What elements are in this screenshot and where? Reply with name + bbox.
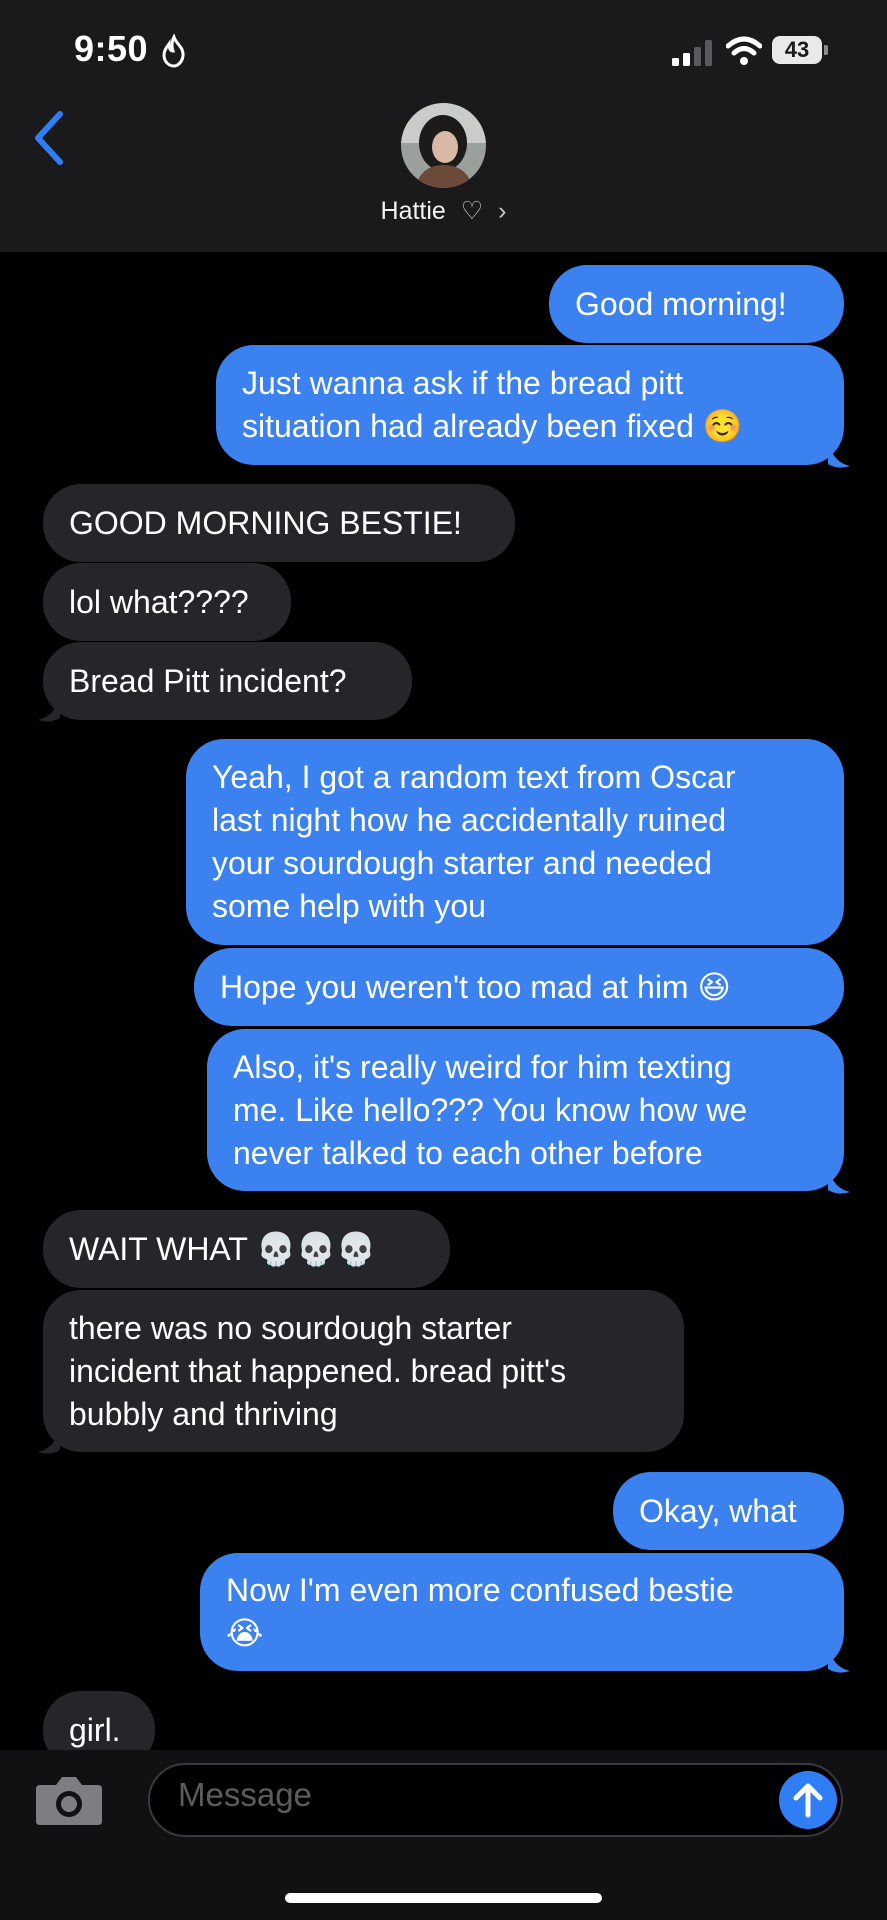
message-bubble-outgoing[interactable]: Just wanna ask if the bread pitt situati… [216, 345, 844, 465]
message-bubble-incoming[interactable]: WAIT WHAT 💀💀💀 [43, 1210, 450, 1288]
message-text: Also, it's really weird for him texting … [233, 1048, 748, 1171]
bubble-tail [828, 1166, 850, 1194]
wifi-icon [726, 36, 762, 65]
message-placeholder: Message [178, 1776, 312, 1813]
message-bubble-outgoing[interactable]: Yeah, I got a random text from Oscar las… [186, 739, 844, 945]
send-button[interactable] [779, 1771, 837, 1829]
message-text: there was no sourdough starter incident … [69, 1309, 567, 1432]
focus-mode-icon [162, 34, 185, 68]
message-text: lol what???? [69, 583, 249, 620]
message-bubble-outgoing[interactable]: Now I'm even more confused bestie 😭 [200, 1553, 844, 1671]
message-text: GOOD MORNING BESTIE! [69, 504, 462, 541]
message-bubble-outgoing[interactable]: Okay, what [613, 1472, 844, 1550]
status-time: 9:50 [74, 28, 149, 69]
message-bubble-incoming[interactable]: lol what???? [43, 563, 291, 641]
contact-name-button[interactable]: Hattie ♡ › [0, 196, 887, 226]
message-bubble-outgoing[interactable]: Good morning! [549, 265, 844, 343]
bubble-tail [828, 1645, 850, 1673]
bubble-tail [38, 694, 60, 722]
conversation-header: 9:50 43 Hattie ♡ › [0, 0, 887, 252]
message-bubble-outgoing[interactable]: Hope you weren't too mad at him 😆 [194, 948, 844, 1026]
battery-level: 43 [772, 36, 822, 64]
message-text: Now I'm even more confused bestie 😭 [226, 1572, 734, 1651]
home-indicator[interactable] [285, 1893, 602, 1903]
message-text: WAIT WHAT 💀💀💀 [69, 1230, 376, 1267]
avatar-photo [401, 103, 486, 188]
message-text: Okay, what [639, 1492, 797, 1529]
contact-avatar[interactable] [401, 103, 486, 188]
bubble-tail [38, 1426, 60, 1454]
message-text: Hope you weren't too mad at him 😆 [220, 968, 731, 1005]
message-text: Good morning! [575, 285, 787, 322]
battery-cap [824, 45, 828, 55]
message-bubble-outgoing[interactable]: Also, it's really weird for him texting … [207, 1029, 844, 1191]
message-text: Just wanna ask if the bread pitt situati… [242, 365, 743, 444]
chevron-right-icon: › [498, 197, 507, 225]
contact-name: Hattie [380, 197, 446, 225]
chevron-left-icon[interactable] [30, 108, 70, 168]
message-text: Yeah, I got a random text from Oscar las… [212, 759, 736, 924]
message-bubble-incoming[interactable]: there was no sourdough starter incident … [43, 1290, 684, 1452]
message-bubble-incoming[interactable]: GOOD MORNING BESTIE! [43, 484, 515, 562]
message-text: Bread Pitt incident? [69, 662, 347, 699]
camera-icon[interactable] [34, 1771, 104, 1827]
arrow-up-icon [793, 1783, 823, 1818]
cellular-signal-icon [672, 40, 712, 66]
message-bubble-incoming[interactable]: Bread Pitt incident? [43, 642, 412, 720]
bubble-tail [828, 440, 850, 468]
message-text: girl. [69, 1711, 121, 1748]
heart-icon: ♡ [460, 197, 484, 225]
